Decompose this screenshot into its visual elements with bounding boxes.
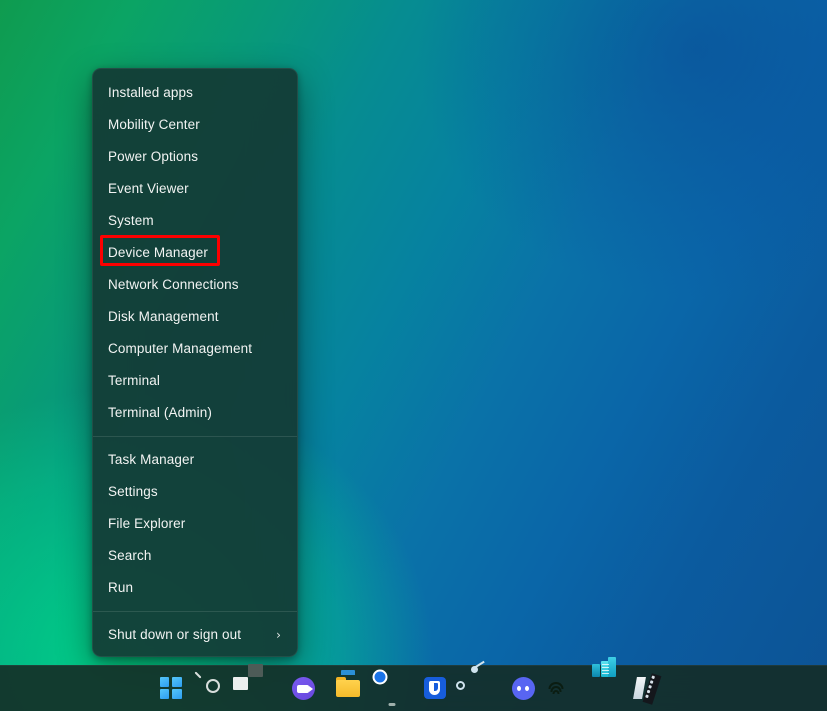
menu-item-device-manager[interactable]: Device Manager xyxy=(93,237,297,269)
menu-item-file-explorer[interactable]: File Explorer xyxy=(93,508,297,540)
desktop[interactable]: Installed apps Mobility Center Power Opt… xyxy=(0,0,827,711)
menu-separator xyxy=(93,611,297,612)
bitwarden-icon xyxy=(423,677,448,701)
menu-item-label: Shut down or sign out xyxy=(108,627,242,643)
menu-item-installed-apps[interactable]: Installed apps xyxy=(93,77,297,109)
file-explorer-icon xyxy=(335,670,360,701)
menu-item-label: Event Viewer xyxy=(108,181,189,197)
video-editor-button[interactable] xyxy=(632,670,673,708)
menu-separator xyxy=(93,436,297,437)
search-icon xyxy=(193,671,228,701)
wallpaper-glow-blue xyxy=(347,0,827,360)
google-chrome-icon xyxy=(372,669,404,701)
google-chrome-button[interactable] xyxy=(372,669,409,708)
menu-item-label: Terminal (Admin) xyxy=(108,405,212,421)
menu-item-label: Task Manager xyxy=(108,452,195,468)
bitwarden-button[interactable] xyxy=(419,670,453,708)
discord-icon xyxy=(511,677,536,701)
menu-item-label: File Explorer xyxy=(108,516,186,532)
chevron-right-icon: › xyxy=(276,628,281,642)
start-button-icon xyxy=(159,677,184,701)
task-view-button[interactable] xyxy=(232,664,277,708)
steam-button[interactable] xyxy=(455,660,497,708)
task-view-icon xyxy=(232,664,272,701)
chat-icon xyxy=(291,677,316,701)
menu-item-label: Network Connections xyxy=(108,277,239,293)
menu-item-label: Disk Management xyxy=(108,309,219,325)
spotify-button[interactable] xyxy=(548,670,585,708)
menu-group-shell-tools: Task Manager Settings File Explorer Sear… xyxy=(93,444,297,604)
taskbar-search-button[interactable] xyxy=(193,670,233,708)
menu-item-shut-down-or-sign-out[interactable]: Shut down or sign out › xyxy=(93,619,297,651)
menu-group-system-tools: Installed apps Mobility Center Power Opt… xyxy=(93,77,297,429)
steam-icon xyxy=(455,660,492,701)
menu-item-label: Mobility Center xyxy=(108,117,200,133)
menu-item-task-manager[interactable]: Task Manager xyxy=(93,444,297,476)
menu-item-label: Device Manager xyxy=(108,245,208,261)
menu-item-network-connections[interactable]: Network Connections xyxy=(93,269,297,301)
menu-item-disk-management[interactable]: Disk Management xyxy=(93,301,297,333)
power-user-menu[interactable]: Installed apps Mobility Center Power Opt… xyxy=(92,68,298,657)
database-stack-icon xyxy=(591,657,624,701)
file-explorer-button[interactable] xyxy=(331,670,365,708)
menu-item-settings[interactable]: Settings xyxy=(93,476,297,508)
menu-item-label: Installed apps xyxy=(108,85,193,101)
menu-item-run[interactable]: Run xyxy=(93,572,297,604)
menu-item-label: Computer Management xyxy=(108,341,253,357)
menu-item-system[interactable]: System xyxy=(93,205,297,237)
menu-item-search[interactable]: Search xyxy=(93,540,297,572)
menu-item-computer-management[interactable]: Computer Management xyxy=(93,333,297,365)
database-stack-button[interactable] xyxy=(591,657,629,708)
menu-item-label: Search xyxy=(108,548,152,564)
discord-button[interactable] xyxy=(507,670,541,708)
menu-item-label: Power Options xyxy=(108,149,199,165)
menu-item-mobility-center[interactable]: Mobility Center xyxy=(93,109,297,141)
menu-item-terminal[interactable]: Terminal xyxy=(93,365,297,397)
menu-item-event-viewer[interactable]: Event Viewer xyxy=(93,173,297,205)
menu-item-power-options[interactable]: Power Options xyxy=(93,141,297,173)
menu-item-label: Terminal xyxy=(108,373,160,389)
menu-item-label: Run xyxy=(108,580,134,596)
menu-item-label: System xyxy=(108,213,154,229)
chat-button[interactable] xyxy=(287,670,321,708)
taskbar-icon-row xyxy=(155,657,673,711)
spotify-icon xyxy=(548,677,580,701)
running-indicator xyxy=(388,703,395,706)
menu-item-label: Settings xyxy=(108,484,158,500)
menu-item-desktop[interactable]: Desktop xyxy=(93,651,297,656)
video-editor-icon xyxy=(632,673,668,705)
start-button[interactable] xyxy=(155,670,189,708)
taskbar[interactable] xyxy=(0,657,827,711)
menu-group-session: Shut down or sign out › Desktop xyxy=(93,619,297,656)
menu-item-terminal-admin[interactable]: Terminal (Admin) xyxy=(93,397,297,429)
